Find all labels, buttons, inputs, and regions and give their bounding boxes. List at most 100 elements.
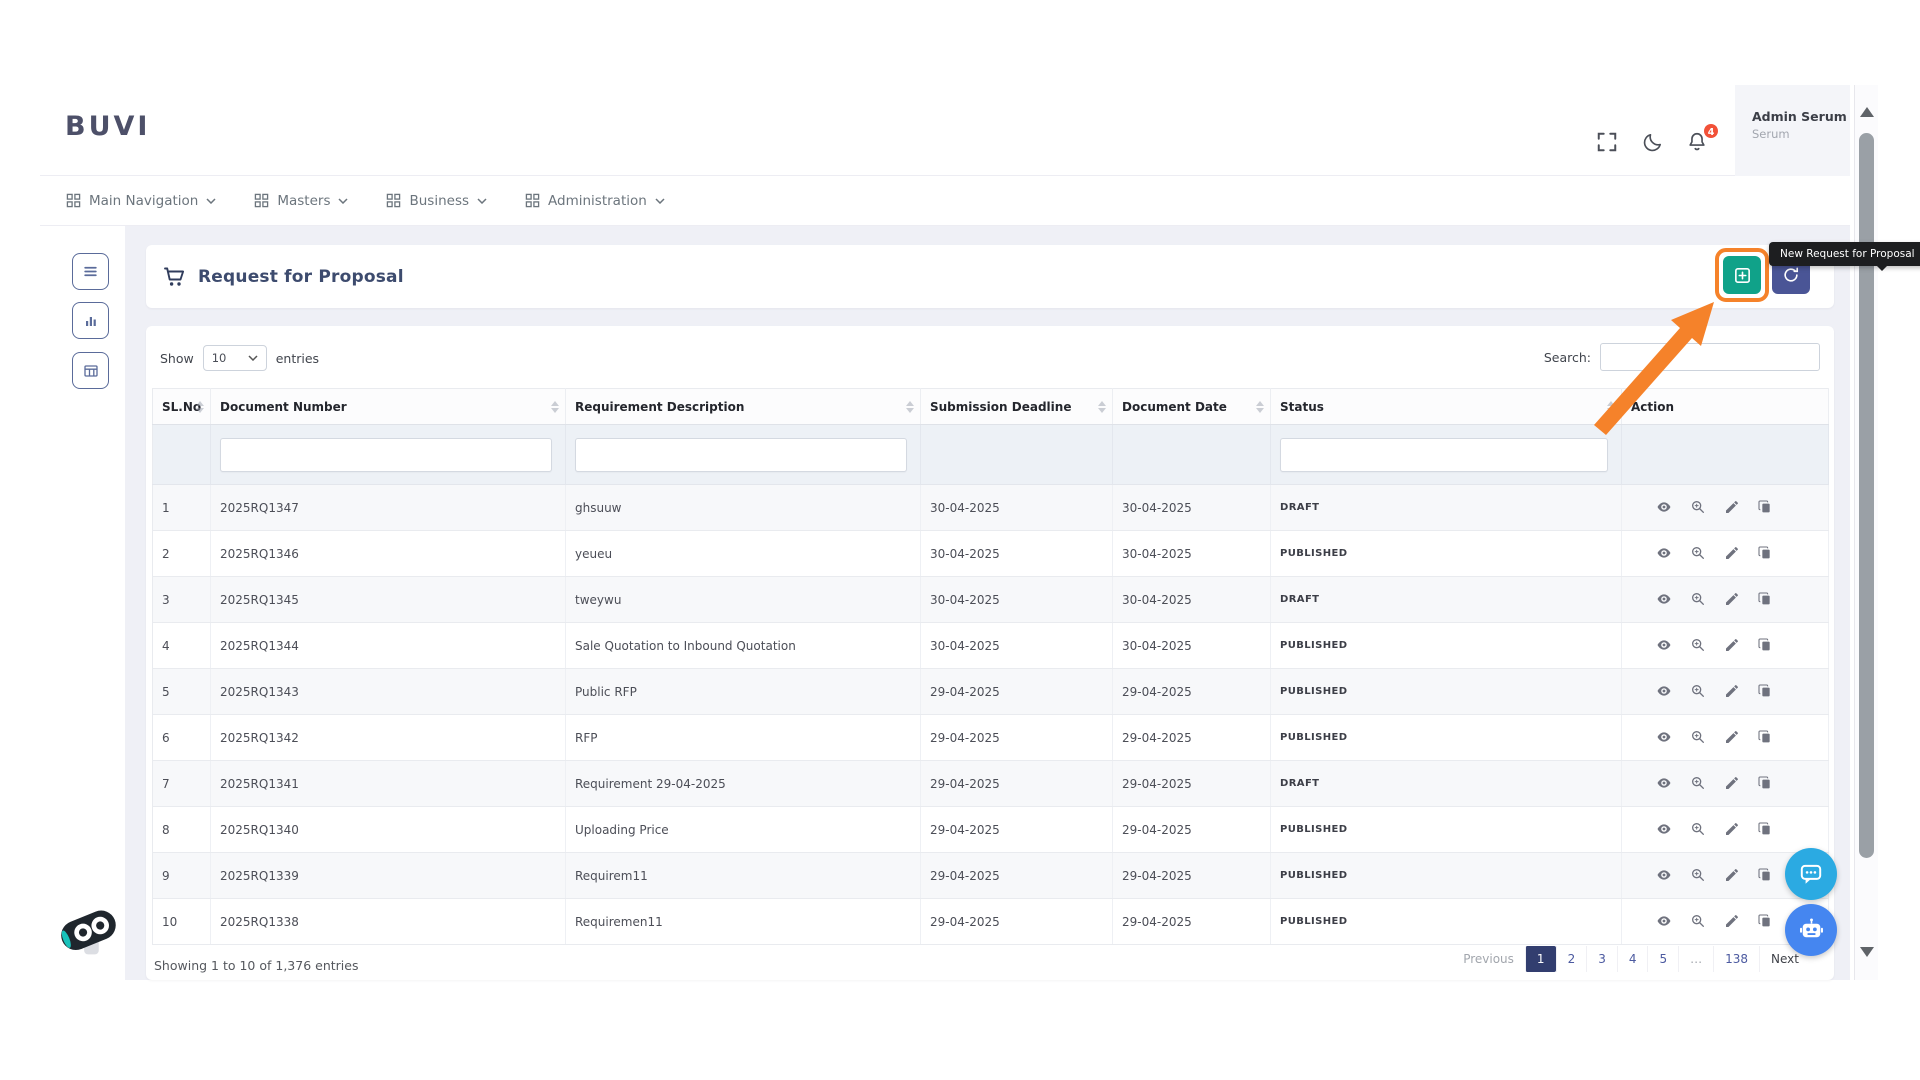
view-icon[interactable] — [1656, 729, 1673, 746]
edit-icon[interactable] — [1724, 637, 1741, 654]
view-icon[interactable] — [1656, 591, 1673, 608]
edit-icon[interactable] — [1724, 775, 1741, 792]
pagination-page-5[interactable]: 5 — [1647, 946, 1678, 972]
copy-icon[interactable] — [1757, 499, 1774, 516]
page-size-select[interactable]: 10 — [203, 345, 267, 371]
table-header-row: SL.No Document Number Requirement Descri… — [153, 389, 1829, 425]
copy-icon[interactable] — [1757, 637, 1774, 654]
review-icon[interactable] — [1690, 913, 1707, 930]
scroll-down-arrow[interactable] — [1860, 947, 1874, 957]
cell-document-number: 2025RQ1344 — [211, 623, 566, 669]
rail-menu-button[interactable] — [72, 253, 109, 290]
view-icon[interactable] — [1656, 867, 1673, 884]
view-icon[interactable] — [1656, 683, 1673, 700]
review-icon[interactable] — [1690, 775, 1707, 792]
edit-icon[interactable] — [1724, 729, 1741, 746]
grid-icon — [66, 193, 81, 208]
copy-icon[interactable] — [1757, 591, 1774, 608]
pagination-previous[interactable]: Previous — [1452, 946, 1525, 972]
filter-status-input[interactable] — [1280, 438, 1608, 472]
pagination-page-138[interactable]: 138 — [1713, 946, 1759, 972]
edit-icon[interactable] — [1724, 821, 1741, 838]
cell-slno: 3 — [153, 577, 211, 623]
table-row: 2 2025RQ1346 yeueu 30-04-2025 30-04-2025… — [153, 531, 1829, 577]
cell-actions — [1622, 761, 1829, 807]
fullscreen-icon[interactable] — [1596, 131, 1622, 157]
chat-fab[interactable] — [1785, 848, 1837, 900]
copy-icon[interactable] — [1757, 545, 1774, 562]
cell-actions — [1622, 531, 1829, 577]
cell-slno: 10 — [153, 899, 211, 945]
user-menu[interactable]: Admin Serum Serum — [1735, 85, 1850, 176]
nav-item-business[interactable]: Business — [386, 193, 487, 209]
copy-icon[interactable] — [1757, 913, 1774, 930]
cell-document-date: 30-04-2025 — [1113, 577, 1271, 623]
copy-icon[interactable] — [1757, 867, 1774, 884]
view-icon[interactable] — [1656, 913, 1673, 930]
dark-mode-icon[interactable] — [1642, 131, 1668, 157]
pagination-page-1[interactable]: 1 — [1525, 946, 1556, 972]
table-row: 1 2025RQ1347 ghsuuw 30-04-2025 30-04-202… — [153, 485, 1829, 531]
cell-actions — [1622, 669, 1829, 715]
column-header-status[interactable]: Status — [1271, 389, 1622, 425]
view-icon[interactable] — [1656, 637, 1673, 654]
pagination-page-4[interactable]: 4 — [1617, 946, 1648, 972]
filter-requirement-description-input[interactable] — [575, 438, 907, 472]
filter-document-number-input[interactable] — [220, 438, 552, 472]
nav-item-administration[interactable]: Administration — [525, 193, 665, 209]
nav-item-main-navigation[interactable]: Main Navigation — [66, 193, 216, 209]
review-icon[interactable] — [1690, 591, 1707, 608]
cell-document-date: 29-04-2025 — [1113, 715, 1271, 761]
copy-icon[interactable] — [1757, 683, 1774, 700]
column-header-requirement-description[interactable]: Requirement Description — [566, 389, 921, 425]
table-icon — [83, 363, 99, 379]
edit-icon[interactable] — [1724, 591, 1741, 608]
column-header-submission-deadline[interactable]: Submission Deadline — [921, 389, 1113, 425]
copy-icon[interactable] — [1757, 775, 1774, 792]
table-card: Show 10 entries Search: SL.No Docu — [146, 326, 1834, 980]
view-icon[interactable] — [1656, 821, 1673, 838]
cell-document-date: 29-04-2025 — [1113, 807, 1271, 853]
review-icon[interactable] — [1690, 729, 1707, 746]
tooltip: New Request for Proposal — [1769, 242, 1920, 266]
review-icon[interactable] — [1690, 821, 1707, 838]
column-header-document-date[interactable]: Document Date — [1113, 389, 1271, 425]
rail-chart-button[interactable] — [72, 302, 109, 339]
review-icon[interactable] — [1690, 637, 1707, 654]
review-icon[interactable] — [1690, 545, 1707, 562]
view-icon[interactable] — [1656, 545, 1673, 562]
review-icon[interactable] — [1690, 499, 1707, 516]
view-icon[interactable] — [1656, 499, 1673, 516]
app-header: BUVI 4 Admin Serum Serum — [40, 85, 1850, 176]
search-input[interactable] — [1600, 343, 1820, 371]
cell-document-number: 2025RQ1338 — [211, 899, 566, 945]
table-row: 5 2025RQ1343 Public RFP 29-04-2025 29-04… — [153, 669, 1829, 715]
sort-icon — [1607, 401, 1615, 413]
edit-icon[interactable] — [1724, 913, 1741, 930]
edit-icon[interactable] — [1724, 683, 1741, 700]
robot-assistant-fab[interactable] — [1785, 904, 1837, 956]
cell-document-number: 2025RQ1346 — [211, 531, 566, 577]
nav-label: Administration — [548, 193, 647, 209]
column-header-slno[interactable]: SL.No — [153, 389, 211, 425]
copy-icon[interactable] — [1757, 821, 1774, 838]
scroll-up-arrow[interactable] — [1860, 107, 1874, 117]
pagination-page-2[interactable]: 2 — [1556, 946, 1587, 972]
rail-table-button[interactable] — [72, 352, 109, 389]
review-icon[interactable] — [1690, 867, 1707, 884]
column-header-document-number[interactable]: Document Number — [211, 389, 566, 425]
notifications-bell-icon[interactable]: 4 — [1686, 131, 1712, 157]
edit-icon[interactable] — [1724, 867, 1741, 884]
nav-item-masters[interactable]: Masters — [254, 193, 348, 209]
edit-icon[interactable] — [1724, 499, 1741, 516]
pagination-page-3[interactable]: 3 — [1586, 946, 1617, 972]
cell-actions — [1622, 485, 1829, 531]
cell-document-number: 2025RQ1342 — [211, 715, 566, 761]
view-icon[interactable] — [1656, 775, 1673, 792]
edit-icon[interactable] — [1724, 545, 1741, 562]
new-request-button[interactable] — [1723, 256, 1761, 294]
copy-icon[interactable] — [1757, 729, 1774, 746]
review-icon[interactable] — [1690, 683, 1707, 700]
table-row: 8 2025RQ1340 Uploading Price 29-04-2025 … — [153, 807, 1829, 853]
cell-status: DRAFT — [1271, 577, 1622, 623]
